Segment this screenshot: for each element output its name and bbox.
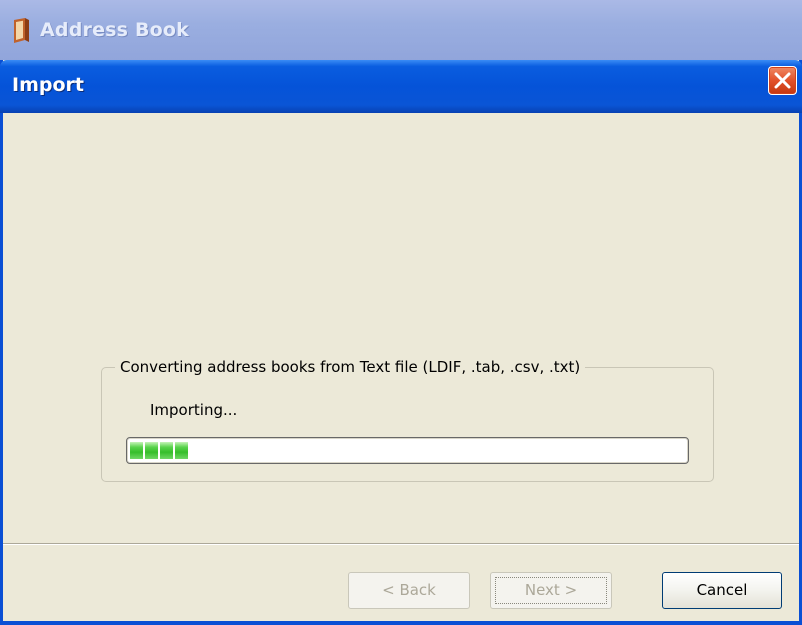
progress-segment	[130, 442, 143, 459]
import-progress-bar	[126, 437, 689, 464]
address-book-title: Address Book	[40, 19, 190, 41]
close-icon	[774, 72, 791, 89]
cancel-button[interactable]: Cancel	[662, 572, 782, 609]
groupbox-label: Converting address books from Text file …	[115, 358, 586, 376]
close-button[interactable]	[768, 66, 797, 95]
import-dialog-titlebar[interactable]: Import	[0, 60, 802, 113]
conversion-groupbox: Converting address books from Text file …	[101, 358, 714, 482]
progress-fill	[130, 442, 685, 459]
button-separator	[3, 543, 799, 545]
back-button[interactable]: < Back	[348, 572, 470, 609]
import-dialog: Import Converting address books from Tex…	[0, 60, 802, 625]
progress-segment	[175, 442, 188, 459]
progress-segment	[145, 442, 158, 459]
status-text: Importing...	[150, 401, 238, 419]
import-dialog-title: Import	[12, 74, 84, 96]
next-button[interactable]: Next >	[490, 572, 612, 609]
address-book-icon	[11, 18, 31, 44]
address-book-titlebar[interactable]: Address Book	[0, 0, 802, 60]
progress-segment	[160, 442, 173, 459]
focus-rect	[495, 577, 607, 604]
